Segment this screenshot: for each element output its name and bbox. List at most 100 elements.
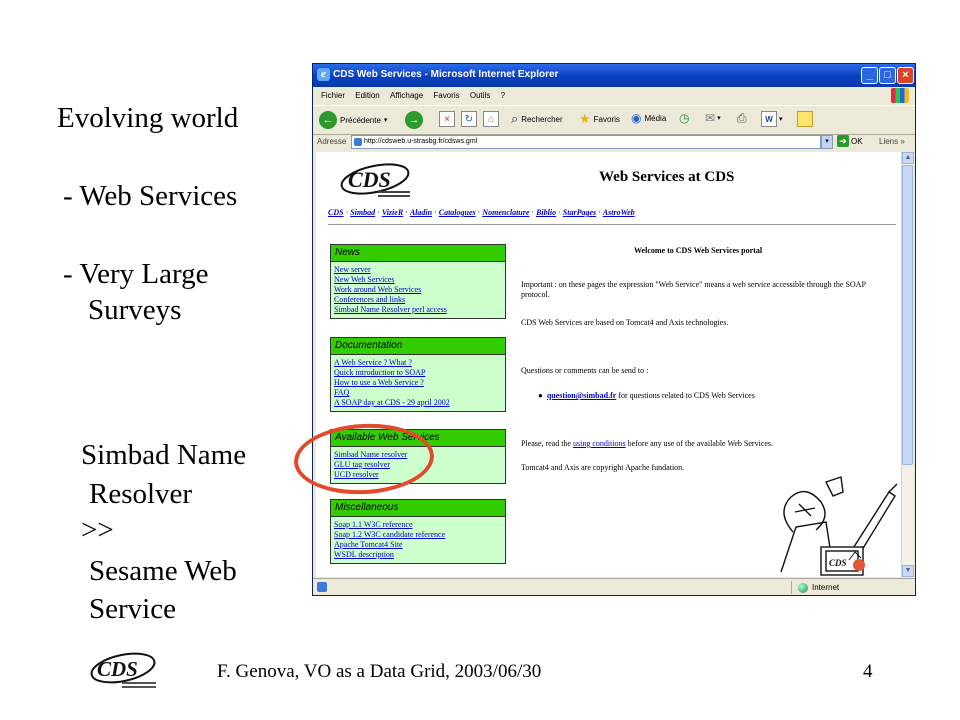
- minimize-button[interactable]: _: [861, 67, 878, 84]
- back-button[interactable]: ← Précédente ▾: [319, 111, 387, 129]
- nav-astroweb[interactable]: AstroWeb: [603, 208, 635, 217]
- documentation-link[interactable]: Quick introduction to SOAP: [334, 368, 502, 378]
- side-sesame-web: Sesame Web: [89, 555, 237, 587]
- zone-label: Internet: [812, 583, 840, 592]
- nav-starpages[interactable]: StarPages: [563, 208, 596, 217]
- nav-aladin[interactable]: Aladin: [410, 208, 432, 217]
- page-viewport: CDS Web Services at CDS CDS · Simbad · Vizie…: [316, 152, 901, 577]
- edit-button[interactable]: W ▾: [761, 111, 783, 127]
- footer-cds-logo: CDS: [90, 652, 156, 688]
- misc-box: Miscellaneous Soap 1.1 W3C reference Soa…: [330, 499, 506, 564]
- intro-paragraph: Important : on these pages the expressio…: [521, 280, 866, 299]
- documentation-link[interactable]: A Web Service ? What ?: [334, 358, 502, 368]
- back-label: Précédente: [340, 115, 381, 125]
- search-label: Rechercher: [521, 114, 563, 124]
- refresh-button[interactable]: ↻: [461, 111, 477, 127]
- print-icon: ⎙: [737, 111, 747, 125]
- word-icon: W: [761, 111, 777, 127]
- maximize-button[interactable]: □: [879, 67, 896, 84]
- back-dropdown-icon: ▾: [383, 117, 388, 124]
- menu-favoris[interactable]: Favoris: [433, 87, 459, 104]
- nav-links: CDS · Simbad · VizieR · Aladin · Catalogues · Nome…: [328, 208, 635, 217]
- svg-text:CDS: CDS: [829, 558, 847, 568]
- media-label: Média: [644, 113, 667, 123]
- globe-icon: [798, 582, 808, 593]
- scroll-down-icon[interactable]: ▼: [902, 565, 914, 577]
- conditions-suffix: before any use of the available Web Serv…: [625, 439, 774, 448]
- menu-outils[interactable]: Outils: [470, 87, 490, 104]
- news-header: News: [331, 245, 505, 262]
- documentation-link[interactable]: How to use a Web Service ?: [334, 378, 502, 388]
- nav-biblio[interactable]: Biblio: [536, 208, 556, 217]
- news-link[interactable]: New server: [334, 265, 502, 275]
- media-button[interactable]: ◉ Média: [631, 111, 666, 125]
- nav-simbad[interactable]: Simbad: [350, 208, 375, 217]
- conditions-paragraph: Please, read the using conditions before…: [521, 439, 891, 449]
- contact-line: ● question@simbad.fr for questions relat…: [538, 391, 898, 401]
- using-conditions-link[interactable]: using conditions: [573, 439, 626, 448]
- news-link[interactable]: New Web Services: [334, 275, 502, 285]
- misc-link[interactable]: Soap 1.2 W3C candidate reference: [334, 530, 502, 540]
- side-service: Service: [89, 593, 176, 625]
- security-zone: Internet: [791, 581, 901, 594]
- forward-button[interactable]: →: [405, 111, 423, 129]
- page-favicon: [354, 138, 362, 146]
- address-label: Adresse: [317, 137, 347, 146]
- menu-bar: Fichier Edition Affichage Favoris Outils…: [313, 87, 915, 104]
- favorites-button[interactable]: ★ Favoris: [579, 111, 620, 127]
- scroll-thumb[interactable]: [902, 165, 913, 465]
- stop-button[interactable]: ×: [439, 111, 455, 127]
- documentation-header: Documentation: [331, 338, 505, 355]
- scroll-up-icon[interactable]: ▲: [902, 152, 914, 164]
- stop-icon: ×: [439, 111, 455, 127]
- discuss-button[interactable]: [797, 111, 813, 127]
- svg-text:CDS: CDS: [97, 657, 138, 681]
- home-button[interactable]: ⌂: [483, 111, 499, 127]
- history-button[interactable]: ◷: [679, 111, 689, 125]
- documentation-link[interactable]: A SOAP day at CDS - 29 april 2002: [334, 398, 502, 408]
- menu-affichage[interactable]: Affichage: [390, 87, 423, 104]
- slide-heading: Evolving world: [57, 102, 239, 134]
- address-dropdown-icon[interactable]: ▾: [821, 135, 833, 149]
- address-bar: Adresse http://cdsweb.u-strasbg.fr/cdsws…: [313, 134, 915, 151]
- svg-text:CDS: CDS: [348, 167, 391, 192]
- side-resolver: Resolver: [89, 478, 193, 510]
- misc-link[interactable]: Apache Tomcat4 Site: [334, 540, 502, 550]
- forward-arrow-icon: →: [405, 111, 423, 129]
- star-icon: ★: [579, 111, 591, 126]
- close-button[interactable]: ×: [897, 67, 914, 84]
- search-button[interactable]: ⌕ Rechercher: [511, 111, 563, 127]
- nav-catalogues[interactable]: Catalogues: [439, 208, 476, 217]
- favorites-label: Favoris: [593, 114, 620, 124]
- misc-link[interactable]: WSDL description: [334, 550, 502, 560]
- vertical-scrollbar[interactable]: ▲ ▼: [901, 152, 914, 577]
- nav-nomenclature[interactable]: Nomenclature: [482, 208, 529, 217]
- go-button[interactable]: ➔ OK: [837, 135, 863, 147]
- history-icon: ◷: [679, 111, 690, 125]
- links-toolbar[interactable]: Liens »: [879, 137, 905, 146]
- links-label: Liens: [879, 137, 899, 146]
- email-link[interactable]: question@simbad.fr: [547, 391, 616, 400]
- print-button[interactable]: ⎙: [737, 111, 747, 126]
- links-chevron-icon: »: [900, 137, 905, 146]
- menu-help[interactable]: ?: [501, 87, 505, 104]
- news-link[interactable]: Conferences and links: [334, 295, 502, 305]
- bullet-web-services: - Web Services: [63, 180, 238, 212]
- mail-button[interactable]: ✉ ▾: [705, 111, 721, 125]
- news-box: News New server New Web Services Work ar…: [330, 244, 506, 319]
- news-link[interactable]: Work around Web Services: [334, 285, 502, 295]
- address-input[interactable]: http://cdsweb.u-strasbg.fr/cdsws.gml: [351, 135, 821, 149]
- documentation-link[interactable]: FAQ: [334, 388, 502, 398]
- ie-icon: e: [317, 68, 330, 81]
- note-icon: [797, 111, 813, 127]
- menu-fichier[interactable]: Fichier: [321, 87, 345, 104]
- news-link[interactable]: Simbad Name Resolver perl access: [334, 305, 502, 315]
- refresh-icon: ↻: [461, 111, 477, 127]
- menu-edition[interactable]: Edition: [355, 87, 379, 104]
- telescope-illustration: CDS: [780, 476, 898, 576]
- nav-cds[interactable]: CDS: [328, 208, 344, 217]
- slide-page-number: 4: [863, 661, 873, 682]
- nav-vizier[interactable]: VizieR: [382, 208, 403, 217]
- bullet-surveys: Surveys: [88, 294, 182, 326]
- misc-link[interactable]: Soap 1.1 W3C reference: [334, 520, 502, 530]
